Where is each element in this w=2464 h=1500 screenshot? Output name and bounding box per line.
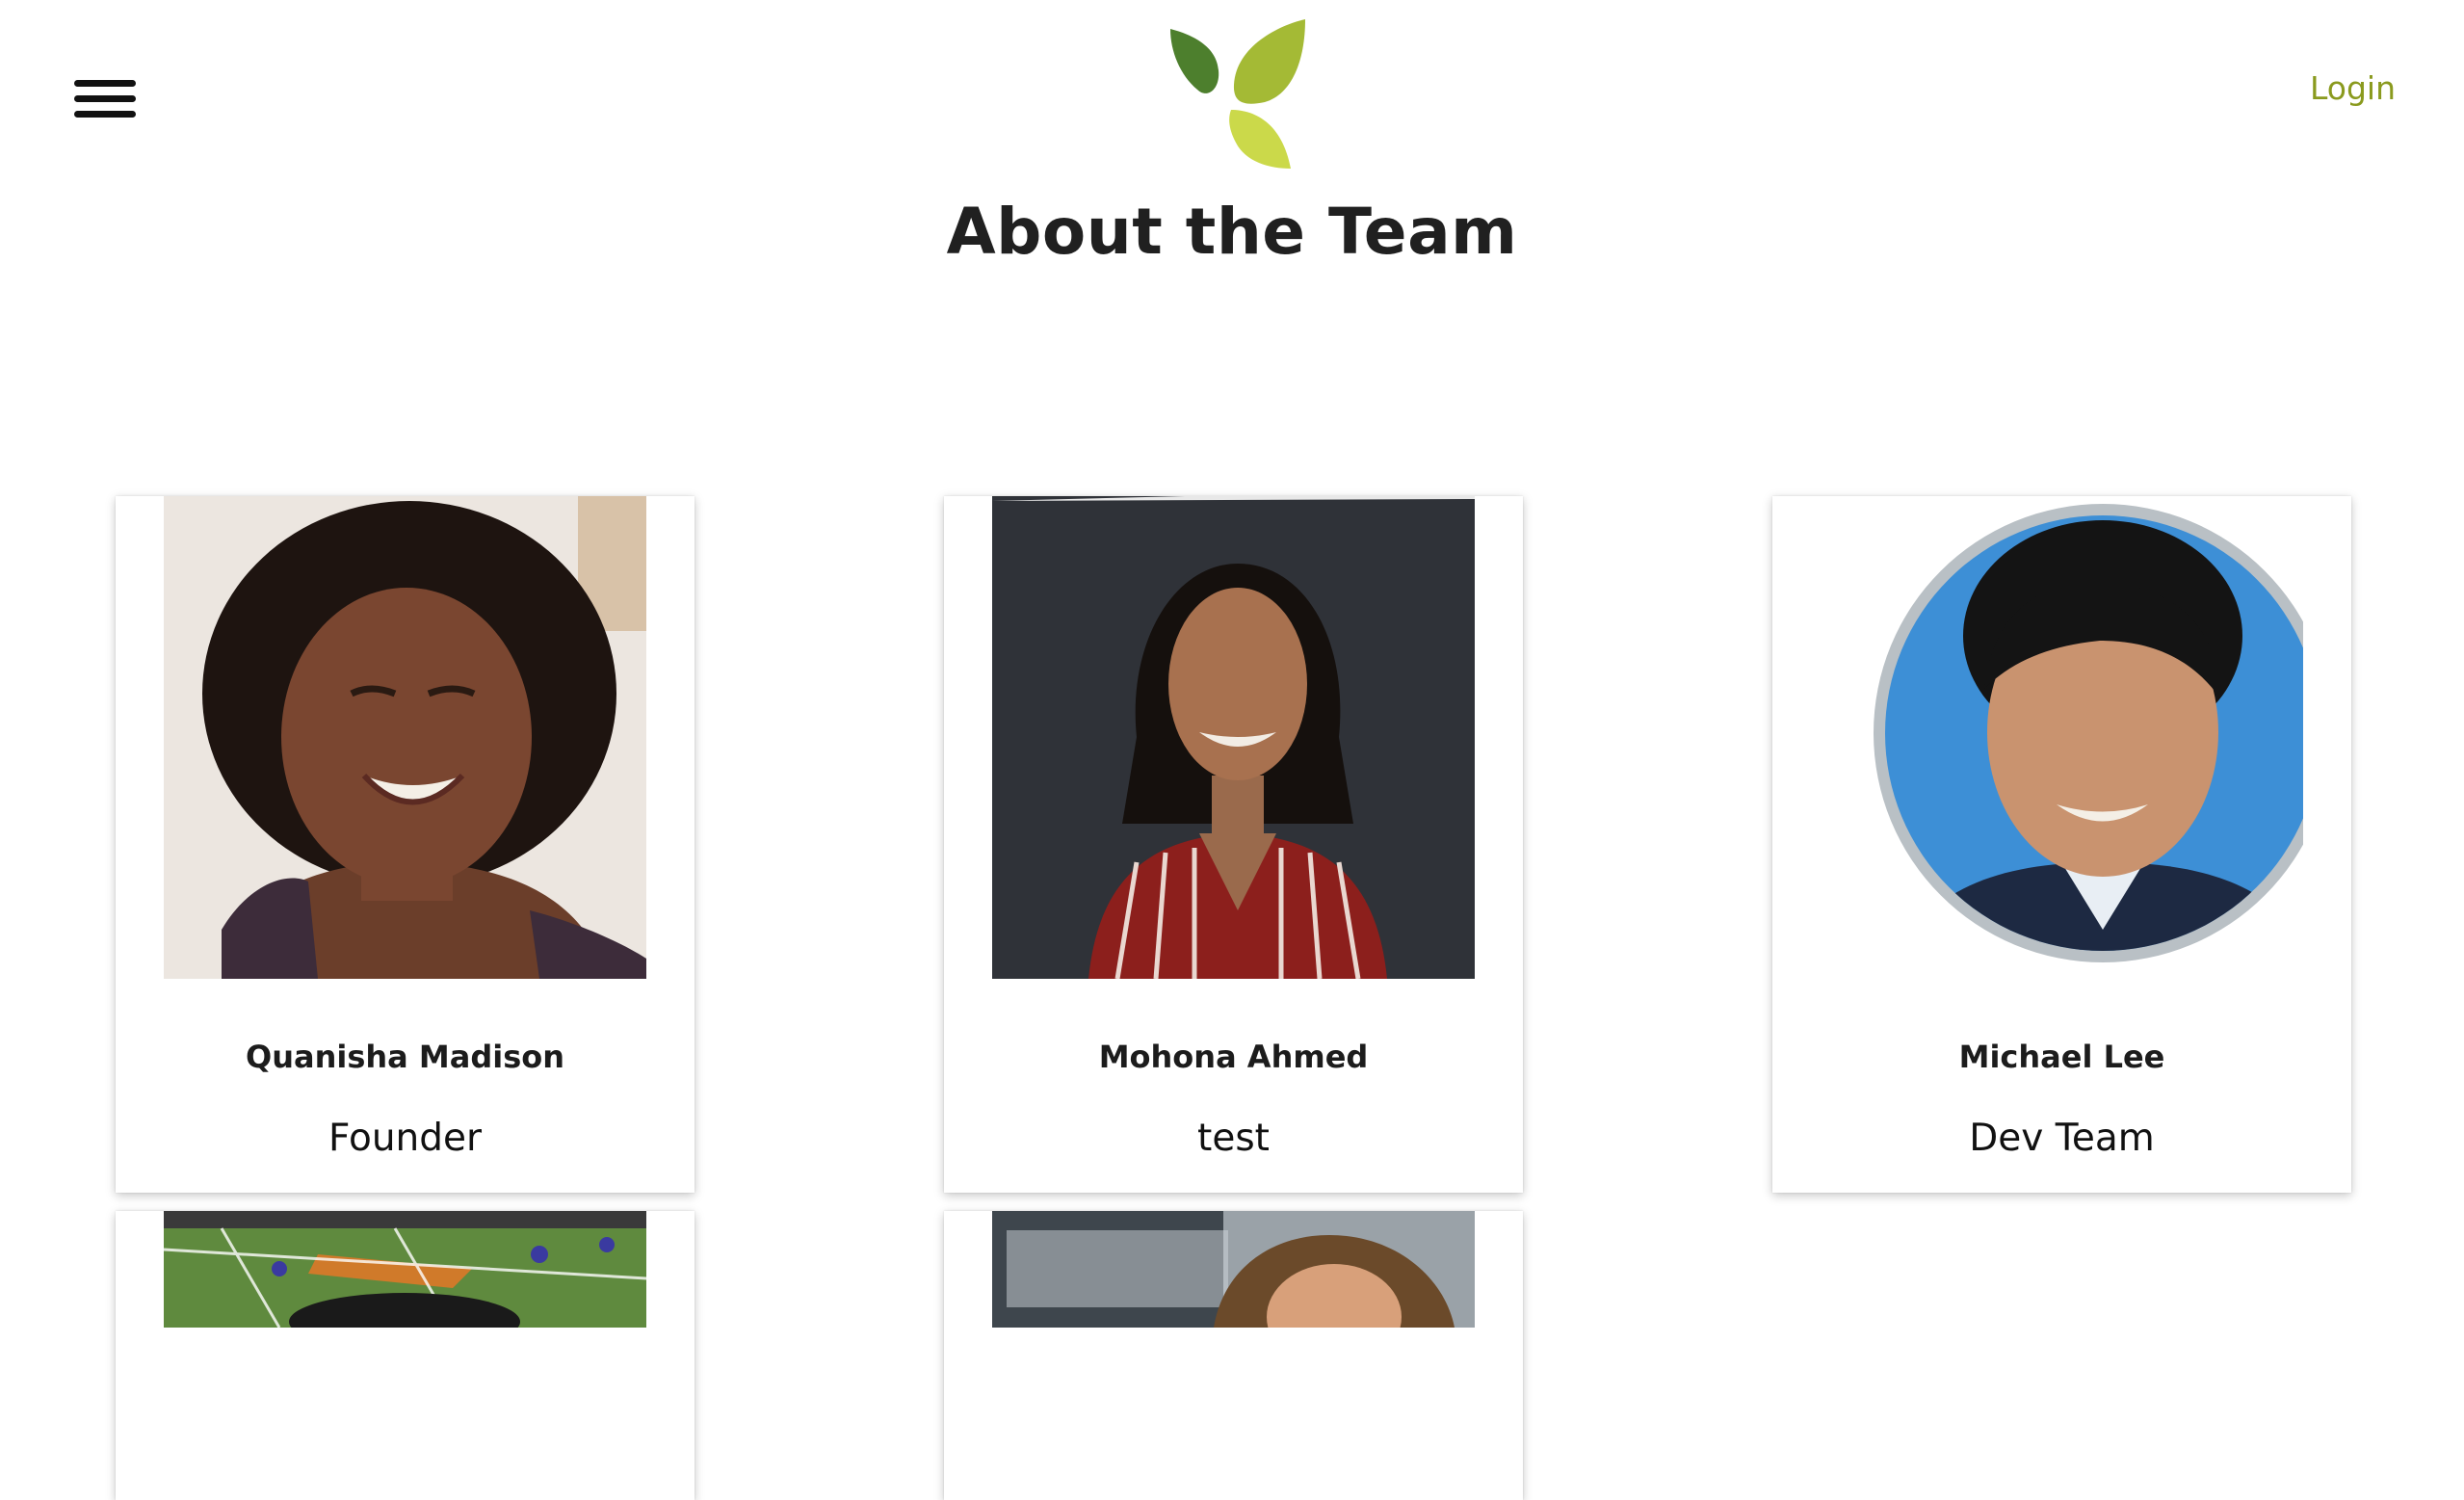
member-photo bbox=[1821, 496, 2303, 979]
member-role: test bbox=[1197, 1117, 1270, 1160]
member-name: Michael Lee bbox=[1958, 1039, 2165, 1075]
member-photo bbox=[992, 496, 1475, 979]
member-photo bbox=[992, 1211, 1475, 1328]
login-link[interactable]: Login bbox=[2310, 69, 2396, 107]
member-photo bbox=[164, 496, 646, 979]
team-card: Mohona Ahmed test bbox=[944, 496, 1523, 1193]
member-role: Dev Team bbox=[1969, 1117, 2155, 1160]
member-role: Founder bbox=[328, 1117, 483, 1160]
member-name: Quanisha Madison bbox=[245, 1039, 564, 1075]
member-name: Mohona Ahmed bbox=[1098, 1039, 1369, 1075]
brand-logo[interactable] bbox=[1168, 17, 1308, 170]
team-card: Quanisha Madison Founder bbox=[116, 496, 695, 1193]
page-title: About the Team bbox=[946, 195, 1518, 269]
member-photo bbox=[164, 1211, 646, 1328]
logo-dark-leaf bbox=[1170, 29, 1219, 93]
team-card: Michael Lee Dev Team bbox=[1772, 496, 2351, 1193]
hamburger-menu-icon[interactable] bbox=[74, 80, 136, 118]
logo-mid-leaf bbox=[1233, 19, 1305, 104]
team-card bbox=[944, 1211, 1523, 1500]
logo-light-leaf bbox=[1229, 110, 1291, 169]
team-card bbox=[116, 1211, 695, 1500]
